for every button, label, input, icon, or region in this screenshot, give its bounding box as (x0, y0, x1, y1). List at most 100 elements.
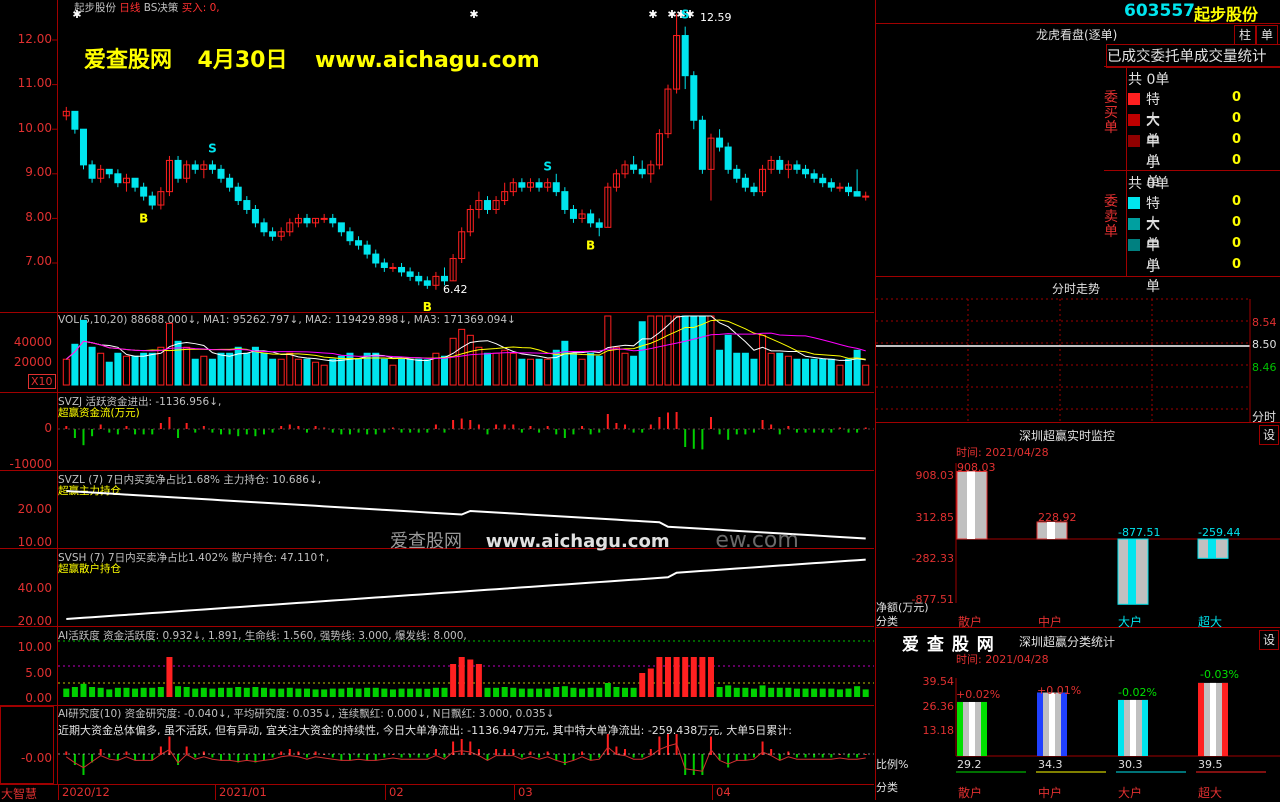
classify-bar-edge (1198, 682, 1204, 756)
activity-bar (819, 688, 826, 697)
stock-title-bar: 603557 起步股份 (875, 0, 1280, 24)
fenshi-price: 8.46 (1252, 361, 1277, 374)
activity-bar (690, 657, 697, 697)
fund-flow-bar (718, 429, 721, 435)
candle-body (217, 168, 225, 179)
volume-bar (716, 349, 724, 386)
activity-bar (845, 688, 852, 697)
volume-bar (346, 352, 354, 386)
activity-bar (759, 685, 766, 697)
realtime-bar-highlight (967, 471, 975, 539)
fund-flow-bar (589, 429, 592, 435)
sell-side-label: 委卖单 (1104, 194, 1118, 240)
svsh-panel[interactable]: SVSH (7) 7日内买卖净占比1.402% 散户持仓: 47.110↑, 超… (0, 549, 874, 628)
activity-bar (536, 688, 543, 697)
volume-bar (492, 352, 500, 386)
dan-button[interactable]: 单 (1256, 25, 1278, 45)
sell-row-value: 0 (1232, 257, 1242, 272)
ai-research-panel[interactable]: AI研究度(10) 资金研究度: -0.040↓, 平均研究度: 0.035↓,… (0, 706, 874, 784)
zhu-button[interactable]: 柱 (1234, 25, 1256, 45)
realtime-monitor-panel[interactable]: 深圳超赢实时监控 设 时间: 2021/04/28 908.03 312.85 … (875, 423, 1280, 629)
activity-bar (733, 687, 740, 697)
classify-bar-highlight (1049, 692, 1055, 756)
fund-flow-bar (73, 429, 76, 438)
candle-body (131, 177, 139, 188)
classify-axis-label: 13.18 (922, 724, 955, 737)
fund-flow-bar (452, 420, 455, 429)
fund-flow-bar (512, 424, 515, 429)
realtime-value: -259.44 (1198, 526, 1241, 539)
research-bar (555, 754, 558, 760)
candle-body (681, 35, 689, 77)
ai-activity-chart (58, 640, 874, 697)
fund-flow-bar (778, 429, 781, 435)
classify-category: 中户 (1038, 786, 1063, 800)
fund-flow-bar (348, 429, 351, 435)
candle-body (698, 119, 706, 170)
retail-holding-chart (66, 558, 866, 620)
candle-body (595, 222, 603, 228)
fund-flow-bar (340, 429, 343, 435)
retail-holding-line (66, 558, 866, 620)
volume-bar (759, 334, 767, 386)
activity-bar (312, 689, 319, 697)
volume-bar (260, 352, 268, 386)
price-panel[interactable]: 起步股份 日线 BS决策 买入: 0, 爱查股网 4月30日 www.aicha… (0, 0, 874, 313)
volume-bar (793, 358, 801, 386)
volume-panel[interactable]: VOL(5,10,20) 88688.000↓, MA1: 95262.797↓… (0, 313, 874, 393)
research-bar (460, 739, 463, 755)
fund-flow-bar (331, 429, 334, 433)
volume-bar (191, 358, 199, 386)
fund-flow-bar (770, 424, 773, 429)
activity-bar (123, 687, 130, 697)
volume-bar (380, 358, 388, 386)
candle-body (363, 244, 371, 255)
volume-bar (200, 355, 208, 386)
fund-flow-bar (228, 429, 231, 435)
research-bar (82, 754, 85, 775)
intraday-chart[interactable] (876, 277, 1280, 423)
fund-flow-bar (761, 420, 764, 429)
volume-bar (269, 358, 277, 386)
candle-body (71, 110, 79, 130)
fund-flow-bar (503, 424, 506, 429)
candle-body (140, 186, 148, 197)
volume-bar (277, 358, 285, 386)
activity-bar (200, 687, 207, 697)
fund-flow-bar (159, 423, 162, 429)
volume-bar (234, 346, 242, 386)
svzl-panel[interactable]: SVZL (7) 7日内买卖净占比1.68% 主力持仓: 10.686↓, 超赢… (0, 471, 874, 553)
fenshi-panel[interactable]: 分时走势 8.54 8.50 8.46 分时 (875, 277, 1280, 424)
volume-bar (97, 352, 105, 386)
research-bar (443, 754, 446, 758)
volume-bar (776, 352, 784, 386)
volume-bar (819, 358, 827, 386)
volume-bar (286, 352, 294, 386)
buy-color-swatch (1128, 114, 1140, 126)
svzj-panel[interactable]: SVZJ 活跃资金进出: -1136.956↓, 超赢资金流(万元) 0 -10… (0, 393, 874, 471)
ai-research-chart (58, 734, 874, 775)
sell-row-value: 0 (1232, 194, 1242, 209)
lhkp-panel[interactable]: 龙虎看盘(逐单) 柱 单 已成交委托单成交量统计 委买单 共 0单 特大 0 大单 0… (875, 24, 1280, 295)
research-bar (366, 754, 369, 760)
volume-bar (208, 358, 216, 386)
fund-flow-bar (99, 424, 102, 429)
research-bar (632, 754, 635, 758)
ai-activity-panel[interactable]: AI活跃度 资金活跃度: 0.932↓, 1.891, 生命线: 1.560, … (0, 627, 874, 706)
activity-bar (338, 688, 345, 697)
activity-bar (106, 689, 113, 697)
research-bar (314, 751, 317, 755)
classify-stat-panel[interactable]: 爱 查 股 网 深圳超赢分类统计 设 时间: 2021/04/28 39.54 … (875, 628, 1280, 800)
left-axis-divider (57, 0, 58, 784)
activity-bar (604, 683, 611, 697)
fund-flow-bar (667, 412, 669, 429)
volume-bar (578, 358, 586, 386)
volume-bar (724, 334, 732, 386)
classify-pct: -0.03% (1200, 668, 1239, 681)
research-bar (598, 754, 601, 758)
volume-bar (681, 315, 689, 386)
sell-marker: S (681, 8, 690, 22)
fund-flow-bar (606, 414, 609, 429)
activity-bar (484, 687, 491, 697)
candlestick-chart[interactable]: ✱ ✱ ✱ ✱ ✱ ✱BBBSSS (0, 0, 874, 313)
